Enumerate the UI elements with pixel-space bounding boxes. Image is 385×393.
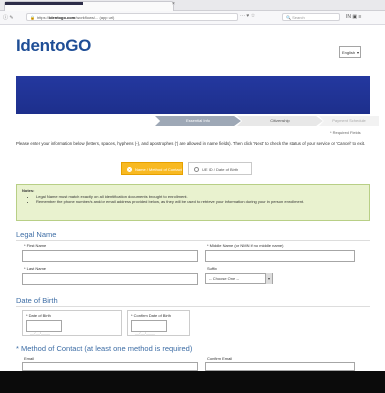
tab-close-icon[interactable]: × (172, 1, 175, 7)
divider (16, 240, 370, 241)
middle-name-label: * Middle Name (or NMN if no middle name) (207, 243, 284, 248)
toggle-name-contact-label: Name / Method of Contact (135, 167, 182, 172)
first-name-label: * First Name (24, 243, 47, 248)
toggle-ueid-dob[interactable]: UE ID / Date of Birth (188, 162, 252, 175)
notes-box: Notes: Legal Name must match exactly on … (16, 184, 370, 221)
step-citizenship: Citizenship (237, 116, 323, 126)
lock-icon: 🔒 (30, 15, 35, 20)
tab-title-redacted (5, 2, 83, 5)
confirm-dob-label: * Confirm Date of Birth (131, 313, 172, 318)
step-payment: Payment Schedule (319, 116, 379, 126)
confirm-email-field[interactable] (205, 362, 355, 371)
date-of-birth-heading: Date of Birth (16, 296, 58, 305)
method-of-contact-heading: * Method of Contact (at least one method… (16, 344, 193, 353)
url-domain: identogo.com (49, 15, 76, 20)
legal-name-heading: Legal Name (16, 230, 57, 239)
browser-menu-icons[interactable]: IN ▣ ≡ (346, 14, 361, 20)
suffix-label: Suffix (207, 266, 217, 271)
browser-tab-bar: × (0, 0, 385, 11)
search-placeholder: Search (292, 15, 305, 20)
browser-toolbar: ⓘ ✎ 🔒 https://identogo.com/workflows/... … (0, 11, 385, 25)
toggle-name-contact[interactable]: Name / Method of Contact (121, 162, 183, 175)
progress-steps: Essential Info Citizenship Payment Sched… (155, 116, 379, 126)
hero-banner (16, 76, 370, 114)
browser-tab[interactable] (4, 1, 174, 11)
first-name-field[interactable] (22, 250, 198, 262)
site-info-icon[interactable]: ⓘ ✎ (3, 14, 14, 21)
confirm-dob-placeholder: __/__/____ (135, 330, 156, 335)
language-value: English (342, 50, 356, 55)
url-path: /workflows/... (app url) (75, 15, 115, 20)
dob-label: * Date of Birth (26, 313, 51, 318)
page-actions-icon[interactable]: ··· ♥ ☆ (240, 13, 255, 19)
required-fields-note: * Required Fields (330, 130, 361, 135)
suffix-value: -- Choose One -- (209, 276, 240, 281)
suffix-select[interactable]: -- Choose One -- ▾ (205, 273, 273, 284)
last-name-label: * Last Name (24, 266, 47, 271)
dob-placeholder: __/__/____ (30, 330, 51, 335)
identogo-logo[interactable]: IdentoGO (16, 36, 91, 56)
email-field[interactable] (22, 362, 198, 371)
notes-list: Legal Name must match exactly on all ide… (22, 194, 364, 205)
confirm-dob-field[interactable]: __/__/____ (131, 320, 167, 335)
url-prefix: https:// (36, 15, 49, 20)
email-label: Email (24, 356, 35, 361)
middle-name-field[interactable] (205, 250, 355, 262)
last-name-field[interactable] (22, 273, 198, 285)
bottom-dark-bar (0, 371, 385, 393)
browser-search-input[interactable]: 🔍 Search (282, 13, 340, 21)
chevron-down-icon: ▾ (356, 50, 359, 55)
toggle-ueid-dob-label: UE ID / Date of Birth (202, 167, 239, 172)
address-bar[interactable]: 🔒 https://identogo.com/workflows/... (app… (26, 13, 238, 21)
radio-selected-icon (127, 167, 132, 173)
confirm-email-label: Confirm Email (207, 356, 233, 361)
radio-empty-icon (194, 167, 199, 173)
list-item: Remember the phone number/s and/or email… (36, 199, 364, 205)
language-select[interactable]: English ▾ (339, 46, 361, 58)
divider (16, 306, 370, 307)
instructions-text: Please enter your information below (let… (16, 141, 366, 146)
chevron-down-icon: ▾ (265, 273, 272, 284)
step-essential-info: Essential Info (155, 116, 241, 126)
dob-field[interactable]: __/__/____ (26, 320, 62, 335)
